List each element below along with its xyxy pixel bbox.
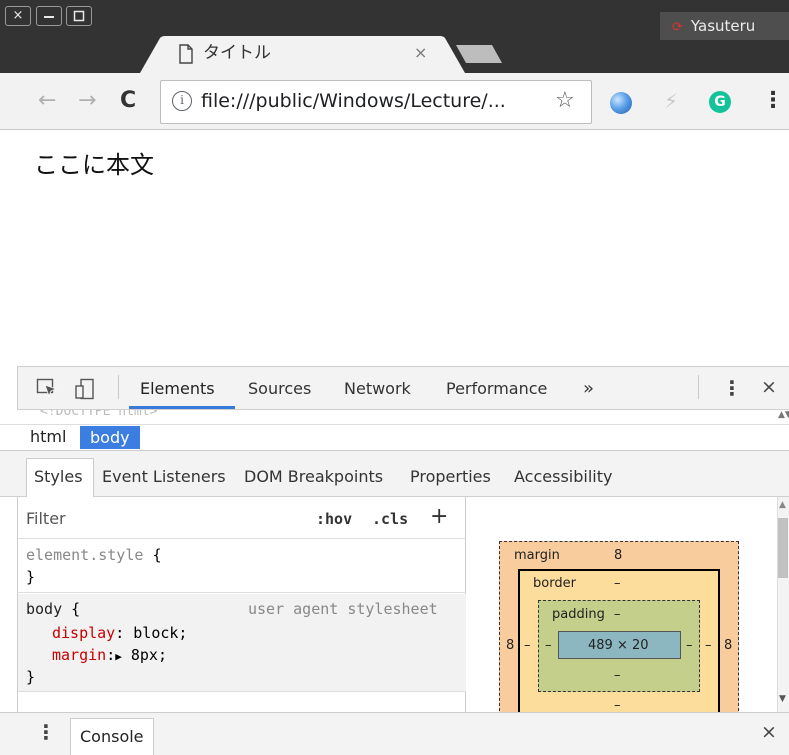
property-name: margin	[52, 646, 107, 664]
tab-performance[interactable]: Performance	[446, 378, 547, 400]
scroll-down-icon[interactable]: ▼	[779, 694, 786, 704]
reload-icon: C	[120, 88, 137, 113]
border-right-value[interactable]: –	[705, 638, 712, 654]
property-value: block;	[133, 624, 188, 642]
devtools-menu-icon[interactable]: ⋮	[722, 376, 742, 400]
hov-toggle-button[interactable]: :hov	[316, 508, 352, 530]
expand-triangle-icon[interactable]: ▶	[115, 650, 122, 663]
close-brace: }	[26, 568, 36, 586]
cls-toggle-button[interactable]: .cls	[372, 508, 408, 530]
profile-button[interactable]: ⟳ Yasuteru	[660, 12, 789, 40]
padding-label: padding	[552, 607, 605, 622]
breadcrumb-html[interactable]: html	[30, 426, 66, 448]
maximize-icon	[73, 10, 85, 22]
back-arrow-icon: ←	[38, 88, 57, 113]
body-rule-header: body {	[26, 598, 80, 620]
globe-extension-icon[interactable]	[610, 92, 632, 114]
subtab-event-listeners[interactable]: Event Listeners	[102, 466, 226, 488]
padding-left-value[interactable]: –	[545, 638, 552, 654]
tab-network[interactable]: Network	[344, 378, 411, 400]
border-label: border	[533, 576, 576, 591]
window-maximize-button[interactable]	[66, 6, 92, 26]
drawer-close-icon[interactable]: ×	[761, 720, 777, 744]
drawer-menu-icon[interactable]: ⋮	[36, 720, 56, 744]
console-tab-label: Console	[80, 727, 144, 746]
window-close-button[interactable]: ×	[5, 6, 31, 26]
profile-sync-icon: ⟳	[672, 20, 683, 35]
more-tabs-chevron-icon[interactable]: »	[583, 378, 594, 400]
reload-button[interactable]: C	[120, 88, 136, 114]
page-body-text: ここに本文	[34, 151, 154, 179]
margin-left-value[interactable]: 8	[506, 638, 514, 654]
element-style-selector: element.style	[26, 546, 144, 564]
open-brace: {	[71, 600, 81, 618]
element-style-line: element.style {	[26, 544, 161, 566]
profile-name: Yasuteru	[690, 17, 756, 35]
declaration-display[interactable]: display: block;	[52, 622, 187, 644]
back-button[interactable]: ←	[38, 88, 56, 114]
forward-arrow-icon: →	[78, 88, 97, 113]
grammarly-extension-icon[interactable]: G	[709, 91, 731, 113]
declaration-margin[interactable]: margin:▶ 8px;	[52, 644, 167, 668]
tab-elements[interactable]: Elements	[140, 378, 215, 400]
close-icon: ×	[12, 8, 24, 23]
browser-menu-icon[interactable]: ⋮	[762, 88, 784, 114]
subtab-accessibility[interactable]: Accessibility	[514, 466, 612, 488]
rule-source-link: user agent stylesheet	[248, 600, 438, 618]
subtab-dom-breakpoints[interactable]: DOM Breakpoints	[244, 466, 383, 488]
property-name: display	[52, 624, 116, 642]
forward-button[interactable]: →	[78, 88, 96, 114]
url-text[interactable]: file:///public/Windows/Lecture/...	[201, 89, 506, 113]
padding-top-value[interactable]: –	[614, 607, 621, 623]
margin-label: margin	[514, 548, 560, 563]
active-tab-indicator	[129, 406, 235, 409]
margin-right-value[interactable]: 8	[724, 638, 732, 654]
minimize-icon	[44, 16, 54, 18]
content-size[interactable]: 489 × 20	[588, 638, 649, 654]
device-toolbar-icon[interactable]	[74, 378, 96, 400]
property-value: 8px;	[130, 646, 167, 664]
lightning-extension-icon[interactable]: ⚡	[664, 89, 678, 113]
inspect-element-icon[interactable]	[36, 378, 58, 398]
new-style-rule-plus-icon[interactable]: +	[430, 505, 448, 529]
scroll-up-icon[interactable]: ▲	[779, 500, 786, 510]
margin-top-value[interactable]: 8	[614, 548, 622, 564]
filter-placeholder: Filter	[26, 509, 66, 528]
devtools-close-icon[interactable]: ×	[761, 375, 777, 399]
tab-close-button[interactable]: ×	[414, 42, 427, 64]
doctype-node: <!DOCTYPE html>	[40, 410, 158, 419]
border-top-value[interactable]: –	[614, 576, 621, 592]
toolbar-separator	[698, 375, 699, 399]
bookmark-star-icon[interactable]: ☆	[555, 88, 575, 114]
open-brace: {	[152, 546, 162, 564]
breadcrumb-body[interactable]: body	[80, 426, 140, 449]
new-tab-button[interactable]	[454, 43, 504, 65]
tab-title: タイトル	[203, 43, 271, 63]
info-icon[interactable]: i	[172, 91, 192, 111]
scrollbar-thumb[interactable]	[778, 518, 788, 578]
close-brace: }	[26, 668, 36, 686]
tab-sources[interactable]: Sources	[248, 378, 311, 400]
dom-tree-scroll-arrows-icon[interactable]: ▲▼	[778, 410, 789, 420]
dom-tree-peek[interactable]: <!DOCTYPE html>	[0, 410, 789, 424]
body-selector: body	[26, 600, 63, 618]
document-icon	[179, 44, 193, 64]
padding-right-value[interactable]: –	[686, 638, 693, 654]
subtab-properties[interactable]: Properties	[410, 466, 491, 488]
toolbar-separator	[118, 375, 119, 399]
padding-bottom-value[interactable]: –	[614, 668, 621, 684]
subtab-styles[interactable]: Styles	[34, 466, 83, 488]
window-minimize-button[interactable]	[36, 6, 62, 26]
border-left-value[interactable]: –	[524, 638, 531, 654]
